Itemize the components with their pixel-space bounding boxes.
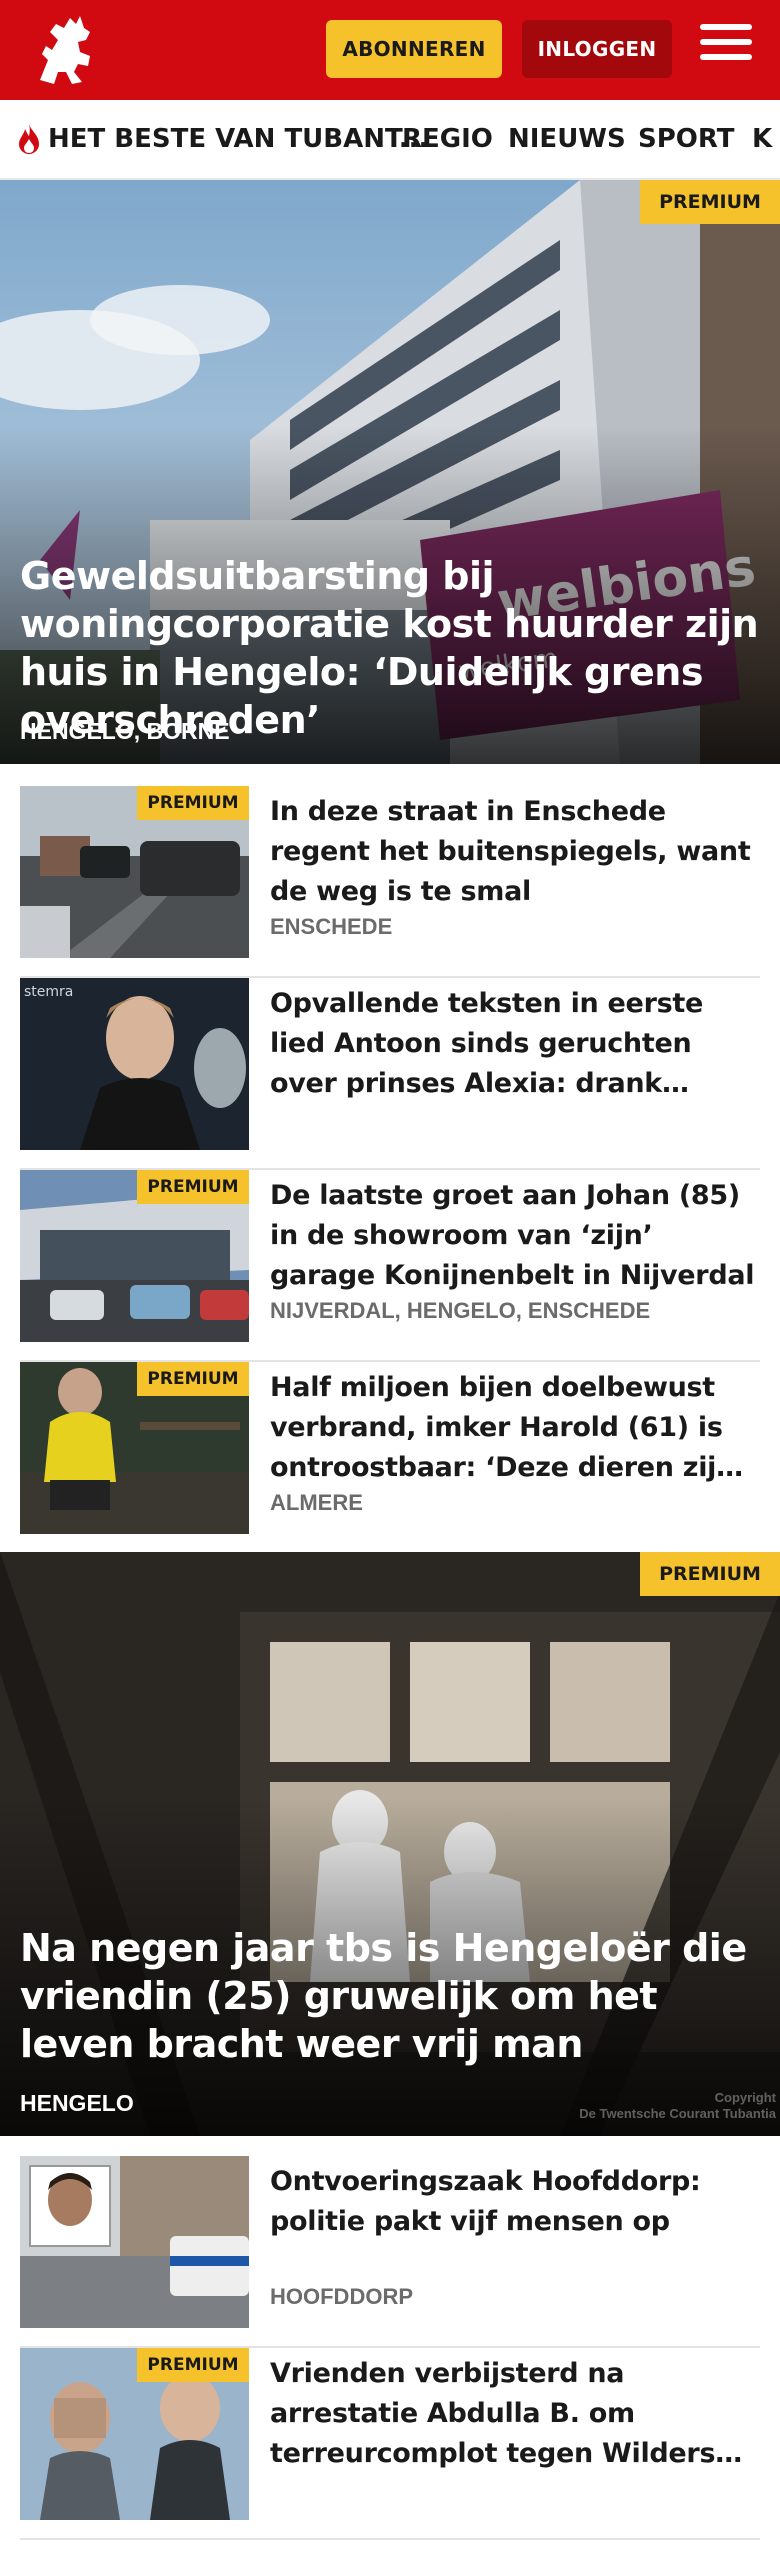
article-location: HOOFDDORP bbox=[270, 2284, 413, 2309]
list-item[interactable]: PREMIUM Half miljoen bijen doelbewust ve… bbox=[20, 1362, 760, 1554]
nav-item-label: K bbox=[752, 124, 773, 154]
premium-badge: PREMIUM bbox=[137, 2348, 249, 2382]
nav-item-label: NIEUWS bbox=[508, 124, 626, 154]
nav-item-more[interactable]: K bbox=[752, 100, 772, 178]
list-item[interactable]: PREMIUM Vrienden verbijsterd na arrestat… bbox=[20, 2348, 760, 2540]
backdrop-text: stemra bbox=[24, 984, 73, 1000]
article-thumbnail: PREMIUM bbox=[20, 1362, 249, 1534]
image-copyright: Copyright De Twentsche Courant Tubantia bbox=[579, 2090, 776, 2122]
premium-badge: PREMIUM bbox=[640, 1552, 780, 1596]
tubantia-horse-logo[interactable] bbox=[20, 10, 106, 90]
section-nav: HET BESTE VAN TUBANT... REGIO NIEUWS SPO… bbox=[0, 100, 780, 180]
article-location: ALMERE bbox=[270, 1490, 363, 1515]
article-title[interactable]: Ontvoeringszaak Hoofddorp: politie pakt … bbox=[270, 2162, 760, 2242]
copyright-text: Copyright De Twentsche Courant Tubantia bbox=[579, 2090, 776, 2121]
hero-location: HENGELO bbox=[20, 2090, 134, 2116]
list-item[interactable]: PREMIUM In deze straat in Enschede regen… bbox=[20, 786, 760, 978]
hamburger-menu-icon[interactable] bbox=[700, 24, 752, 72]
article-thumbnail: PREMIUM bbox=[20, 786, 249, 958]
premium-badge: PREMIUM bbox=[137, 1170, 249, 1204]
premium-badge: PREMIUM bbox=[640, 180, 780, 224]
list-item[interactable]: PREMIUM De laatste groet aan Johan (85) … bbox=[20, 1170, 760, 1362]
article-thumbnail: PREMIUM bbox=[20, 2348, 249, 2520]
hero-title[interactable]: Geweldsuitbarsting bij woningcorpo­ratie… bbox=[20, 552, 760, 744]
nav-item-best-of[interactable]: HET BESTE VAN TUBANT... bbox=[16, 100, 428, 178]
article-thumbnail bbox=[20, 2156, 249, 2328]
nav-item-nieuws[interactable]: NIEUWS bbox=[508, 100, 626, 178]
article-thumbnail: stemra bbox=[20, 978, 249, 1150]
article-title[interactable]: Opvallende teksten in eerste lied Antoon… bbox=[270, 984, 760, 1104]
flame-icon bbox=[19, 124, 39, 154]
article-location: ENSCHEDE bbox=[270, 914, 393, 939]
nav-item-sport[interactable]: SPORT bbox=[638, 100, 734, 178]
nav-item-label: REGIO bbox=[402, 124, 493, 154]
list-item[interactable]: stemra Opvallende teksten in eerste lied… bbox=[20, 978, 760, 1170]
hero-article-1[interactable]: welbions welkom PREMIUM Geweldsuitbarsti… bbox=[0, 180, 780, 764]
hero-location: HENGELO, BORNE bbox=[20, 718, 230, 744]
nav-item-label: HET BESTE VAN TUBANT... bbox=[48, 124, 429, 154]
list-item[interactable]: Ontvoeringszaak Hoofddorp: politie pakt … bbox=[20, 2156, 760, 2348]
article-title[interactable]: Vrienden verbijsterd na arrestatie Abdul… bbox=[270, 2354, 760, 2474]
article-title[interactable]: In deze straat in Enschede regent het bu… bbox=[270, 792, 760, 912]
premium-badge: PREMIUM bbox=[137, 1362, 249, 1396]
subscribe-button[interactable]: ABONNEREN bbox=[326, 20, 502, 78]
nav-item-regio[interactable]: REGIO bbox=[402, 100, 493, 178]
article-title[interactable]: Half miljoen bijen doelbewust verbrand, … bbox=[270, 1368, 760, 1488]
top-bar: ABONNEREN INLOGGEN bbox=[0, 0, 780, 100]
article-location: NIJVERDAL, HENGELO, ENSCHEDE bbox=[270, 1298, 651, 1323]
article-thumbnail: PREMIUM bbox=[20, 1170, 249, 1342]
hero-article-2[interactable]: PREMIUM Na negen jaar tbs is Hengeloër d… bbox=[0, 1552, 780, 2136]
article-title[interactable]: De laatste groet aan Johan (85) in de sh… bbox=[270, 1176, 760, 1296]
hero-title[interactable]: Na negen jaar tbs is Hengeloër die vrien… bbox=[20, 1924, 760, 2068]
login-button[interactable]: INLOGGEN bbox=[522, 20, 672, 78]
premium-badge: PREMIUM bbox=[137, 786, 249, 820]
nav-item-label: SPORT bbox=[638, 124, 735, 154]
